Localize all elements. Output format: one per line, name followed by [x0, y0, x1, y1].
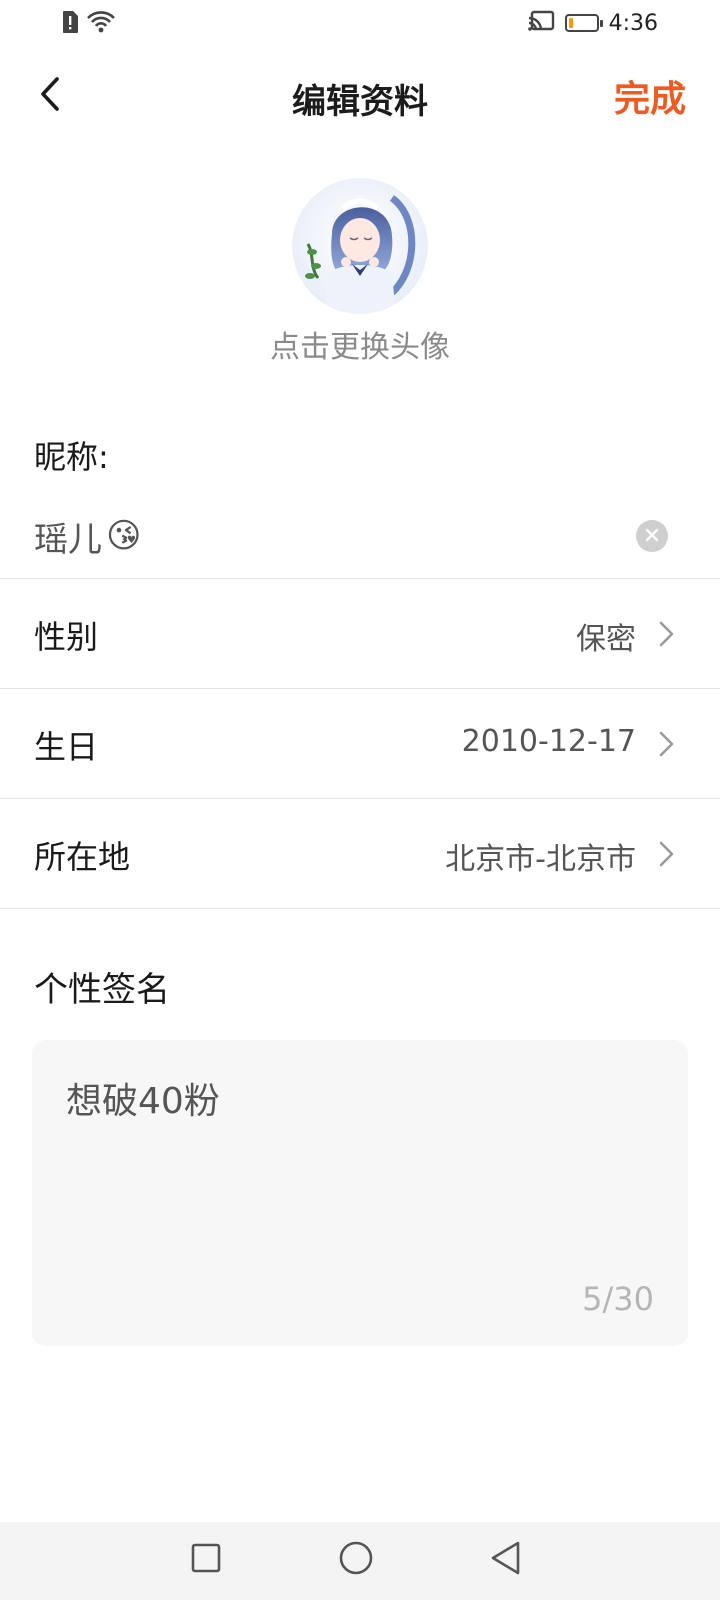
gender-label: 性别 [34, 618, 99, 656]
recent-apps-icon [190, 1542, 222, 1578]
location-row[interactable]: 所在地 北京市-北京市 [0, 800, 720, 910]
location-value: 北京市-北京市 [445, 842, 636, 877]
status-left [60, 10, 116, 38]
page-title: 编辑资料 [292, 82, 428, 122]
nickname-text: 瑶儿 [34, 519, 102, 560]
status-time: 4:36 [608, 10, 658, 36]
nickname-value[interactable]: 瑶儿 😘 [34, 512, 141, 561]
battery-icon [564, 14, 603, 32]
close-icon [645, 527, 659, 546]
status-right: 4:36 [527, 10, 658, 36]
wifi-icon [86, 10, 116, 38]
signature-textarea[interactable]: 想破40粉 5/30 [32, 1040, 688, 1346]
system-back-button[interactable] [486, 1540, 526, 1580]
avatar [292, 178, 428, 314]
back-triangle-icon [489, 1540, 523, 1580]
status-bar: 4:36 [0, 0, 720, 48]
divider [0, 578, 720, 579]
signature-char-counter: 5/30 [582, 1280, 654, 1318]
birthday-label: 生日 [34, 728, 99, 766]
nickname-emoji: 😘 [106, 516, 142, 556]
clear-nickname-button[interactable] [636, 520, 668, 552]
chevron-right-icon [654, 730, 678, 758]
done-button[interactable]: 完成 [614, 70, 686, 122]
cast-icon [527, 10, 555, 36]
nickname-field[interactable]: 瑶儿 😘 [34, 508, 686, 564]
home-button[interactable] [336, 1540, 376, 1580]
chevron-right-icon [654, 840, 678, 868]
header: 编辑资料 完成 [0, 56, 720, 136]
system-nav-bar [0, 1522, 720, 1600]
avatar-button[interactable] [292, 178, 428, 314]
location-label: 所在地 [34, 838, 131, 876]
signature-label: 个性签名 [34, 970, 170, 1010]
alert-sim-icon [60, 10, 80, 38]
gender-value: 保密 [576, 622, 636, 657]
recent-apps-button[interactable] [186, 1540, 226, 1580]
nickname-label: 昵称: [34, 438, 109, 476]
signature-text: 想破40粉 [66, 1081, 220, 1122]
gender-row[interactable]: 性别 保密 [0, 580, 720, 690]
birthday-row[interactable]: 生日 2010-12-17 [0, 690, 720, 800]
chevron-right-icon [654, 620, 678, 648]
divider [0, 688, 720, 689]
home-icon [338, 1540, 374, 1580]
divider [0, 798, 720, 799]
avatar-hint[interactable]: 点击更换头像 [0, 322, 720, 366]
divider [0, 908, 720, 909]
battery-fill [568, 18, 573, 28]
birthday-value: 2010-12-17 [461, 724, 636, 759]
